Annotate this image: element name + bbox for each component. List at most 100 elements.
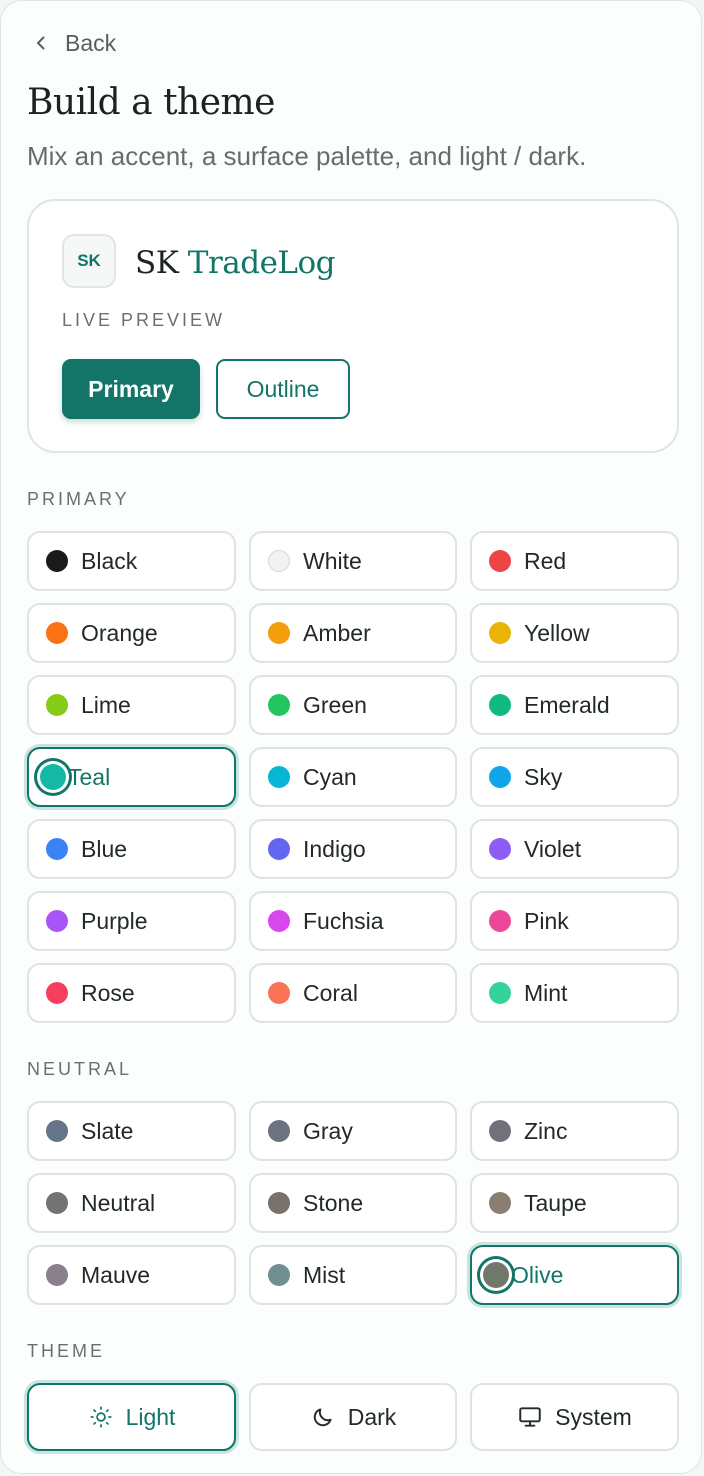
primary-option-amber[interactable]: Amber [249,603,457,663]
color-swatch-icon [46,910,68,932]
color-swatch-icon [489,1120,511,1142]
primary-option-label: Rose [81,979,135,1006]
color-swatch-icon [46,1264,68,1286]
theme-option-light[interactable]: Light [27,1383,236,1451]
color-swatch-icon [489,838,511,860]
primary-option-label: Blue [81,835,128,862]
sun-icon [89,1406,112,1428]
primary-option-rose[interactable]: Rose [27,963,236,1023]
neutral-option-stone[interactable]: Stone [249,1173,457,1233]
primary-option-label: Lime [81,691,131,718]
primary-option-label: Cyan [303,763,357,790]
brand-name: SK TradeLog [135,241,336,285]
primary-option-red[interactable]: Red [470,531,679,591]
color-swatch-icon [46,1120,68,1142]
primary-option-pink[interactable]: Pink [470,891,679,951]
primary-option-label: Red [524,547,567,574]
color-swatch-icon [489,910,511,932]
primary-option-label: Fuchsia [303,907,384,934]
neutral-option-label: Taupe [524,1189,587,1216]
theme-mode-grid: Light Dark System [27,1383,679,1451]
color-swatch-icon [46,550,68,572]
primary-option-teal[interactable]: Teal [27,747,236,807]
primary-option-coral[interactable]: Coral [249,963,457,1023]
neutral-option-mauve[interactable]: Mauve [27,1245,236,1305]
primary-option-purple[interactable]: Purple [27,891,236,951]
primary-option-indigo[interactable]: Indigo [249,819,457,879]
neutral-option-label: Mauve [81,1261,151,1288]
chevron-left-icon [37,36,45,50]
primary-option-orange[interactable]: Orange [27,603,236,663]
color-swatch-icon [489,766,511,788]
primary-option-label: Orange [81,619,158,646]
primary-option-label: Pink [524,907,569,934]
primary-option-blue[interactable]: Blue [27,819,236,879]
primary-option-mint[interactable]: Mint [470,963,679,1023]
primary-option-label: Amber [303,619,371,646]
brand-logo: SK [62,234,116,288]
primary-option-label: Violet [524,835,582,862]
monitor-icon [519,1407,541,1427]
theme-option-label: Light [125,1403,176,1430]
primary-option-label: Mint [524,979,568,1006]
neutral-option-slate[interactable]: Slate [27,1101,236,1161]
color-swatch-icon [268,1192,290,1214]
primary-option-label: Green [303,691,367,718]
neutral-option-label: Gray [303,1117,353,1144]
primary-option-sky[interactable]: Sky [470,747,679,807]
back-button[interactable]: Back [31,27,116,59]
neutral-option-label: Zinc [524,1117,568,1144]
neutral-option-gray[interactable]: Gray [249,1101,457,1161]
color-swatch-icon [268,1120,290,1142]
preview-outline-button[interactable]: Outline [216,359,350,419]
neutral-option-label: Slate [81,1117,134,1144]
live-preview-card: SK SK TradeLog LIVE PREVIEW Primary Outl… [27,199,679,453]
primary-section-label: PRIMARY [27,489,130,509]
neutral-section-label: NEUTRAL [27,1059,133,1079]
moon-icon [313,1408,332,1427]
primary-option-white[interactable]: White [249,531,457,591]
theme-option-system[interactable]: System [470,1383,679,1451]
theme-section-label: THEME [27,1341,105,1361]
primary-option-label: Indigo [303,835,366,862]
color-swatch-icon [268,766,290,788]
primary-option-label: Black [81,547,138,574]
color-swatch-icon [268,694,290,716]
neutral-option-label: Stone [303,1189,364,1216]
color-swatch-icon [46,838,68,860]
neutral-option-mist[interactable]: Mist [249,1245,457,1305]
preview-primary-button[interactable]: Primary [62,359,200,419]
primary-option-label: Sky [524,763,563,790]
color-swatch-icon [483,1262,509,1288]
neutral-option-zinc[interactable]: Zinc [470,1101,679,1161]
theme-option-label: System [555,1403,632,1430]
page-title: Build a theme [27,82,275,123]
primary-option-green[interactable]: Green [249,675,457,735]
theme-option-dark[interactable]: Dark [249,1383,457,1451]
primary-option-label: Emerald [524,691,610,718]
color-swatch-icon [489,1192,511,1214]
primary-option-label: Teal [68,763,111,790]
color-swatch-icon [489,622,511,644]
neutral-option-olive[interactable]: Olive [470,1245,679,1305]
neutral-option-label: Olive [511,1261,564,1288]
primary-option-violet[interactable]: Violet [470,819,679,879]
primary-option-black[interactable]: Black [27,531,236,591]
brand-name-part2: TradeLog [187,245,336,281]
primary-option-label: Purple [81,907,148,934]
primary-option-cyan[interactable]: Cyan [249,747,457,807]
primary-option-emerald[interactable]: Emerald [470,675,679,735]
color-swatch-icon [40,764,66,790]
primary-option-lime[interactable]: Lime [27,675,236,735]
neutral-option-taupe[interactable]: Taupe [470,1173,679,1233]
color-swatch-icon [268,1264,290,1286]
primary-option-fuchsia[interactable]: Fuchsia [249,891,457,951]
color-swatch-icon [268,982,290,1004]
theme-option-label: Dark [347,1403,397,1430]
color-swatch-icon [489,550,511,572]
color-swatch-icon [268,838,290,860]
primary-option-yellow[interactable]: Yellow [470,603,679,663]
neutral-option-label: Mist [303,1261,346,1288]
neutral-option-neutral[interactable]: Neutral [27,1173,236,1233]
brand-name-part1: SK [135,245,179,281]
